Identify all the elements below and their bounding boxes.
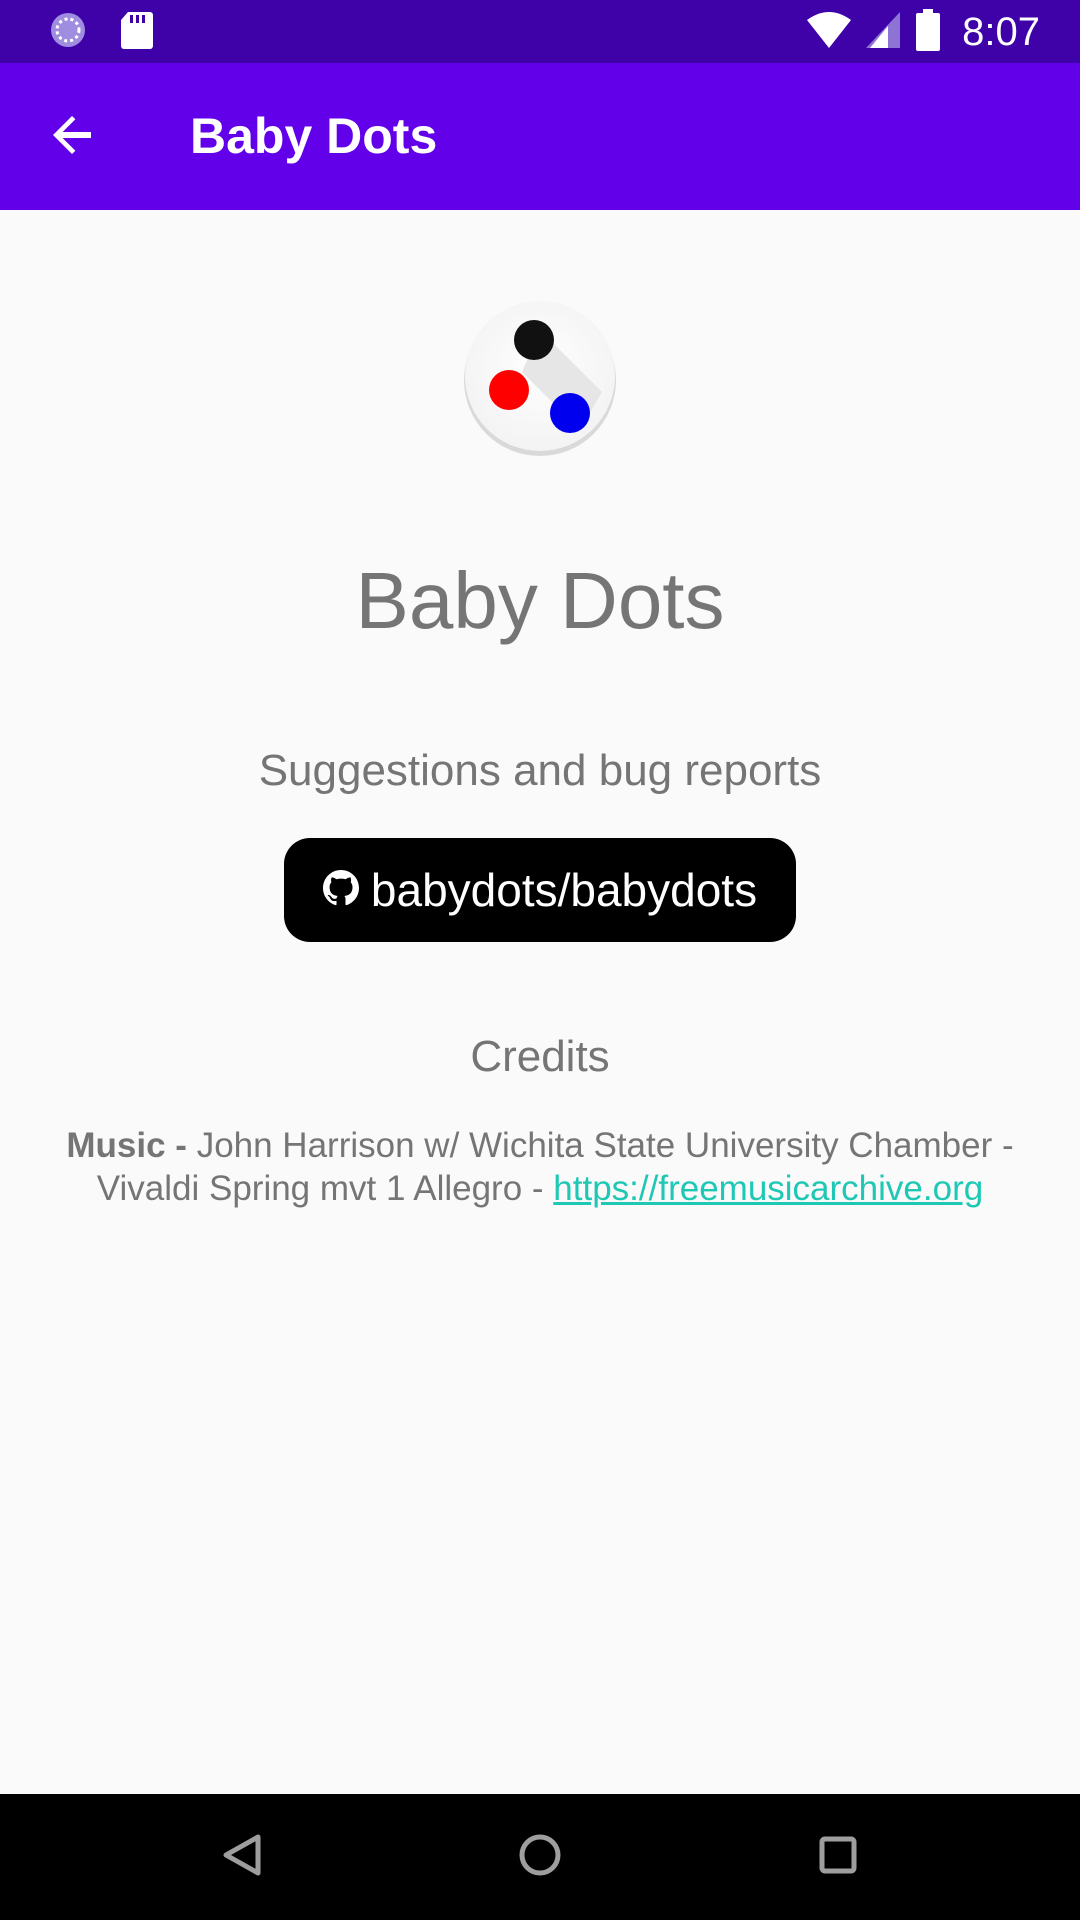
- app-logo: [462, 300, 618, 456]
- nav-back-button[interactable]: [204, 1819, 280, 1895]
- github-repo-button[interactable]: babydots/babydots: [284, 838, 796, 942]
- back-button[interactable]: [28, 99, 118, 175]
- github-repo-label: babydots/babydots: [370, 864, 758, 916]
- app-bar-title: Baby Dots: [190, 108, 438, 164]
- battery-icon: [916, 8, 941, 56]
- about-content: Baby Dots Suggestions and bug reports ba…: [0, 210, 1080, 1794]
- navigation-bar: [0, 1794, 1080, 1920]
- music-credit-label: Music -: [66, 1126, 187, 1165]
- nav-home-button[interactable]: [502, 1819, 578, 1895]
- github-icon: [322, 869, 359, 911]
- app-name: Baby Dots: [355, 556, 725, 645]
- status-bar: 8:07: [0, 0, 1080, 63]
- home-circle-icon: [516, 1831, 564, 1884]
- status-clock: 8:07: [962, 9, 1040, 54]
- free-music-archive-link[interactable]: https://freemusicarchive.org: [553, 1169, 983, 1208]
- about-screen: 8:07 Baby Dots Baby Dots Suggestions and…: [0, 0, 1080, 1920]
- recents-square-icon: [816, 1833, 860, 1882]
- credits-text: Music - John Harrison w/ Wichita State U…: [30, 1124, 1050, 1210]
- credits-title: Credits: [470, 1032, 610, 1081]
- app-bar: Baby Dots: [0, 63, 1080, 210]
- loading-icon: [48, 10, 88, 55]
- suggestions-label: Suggestions and bug reports: [258, 746, 822, 795]
- nav-recents-button[interactable]: [800, 1819, 876, 1895]
- arrow-back-icon: [49, 111, 97, 164]
- back-triangle-icon: [220, 1831, 264, 1884]
- cell-signal-icon: [866, 10, 902, 55]
- sd-card-icon: [120, 10, 154, 55]
- wifi-icon: [806, 10, 852, 55]
